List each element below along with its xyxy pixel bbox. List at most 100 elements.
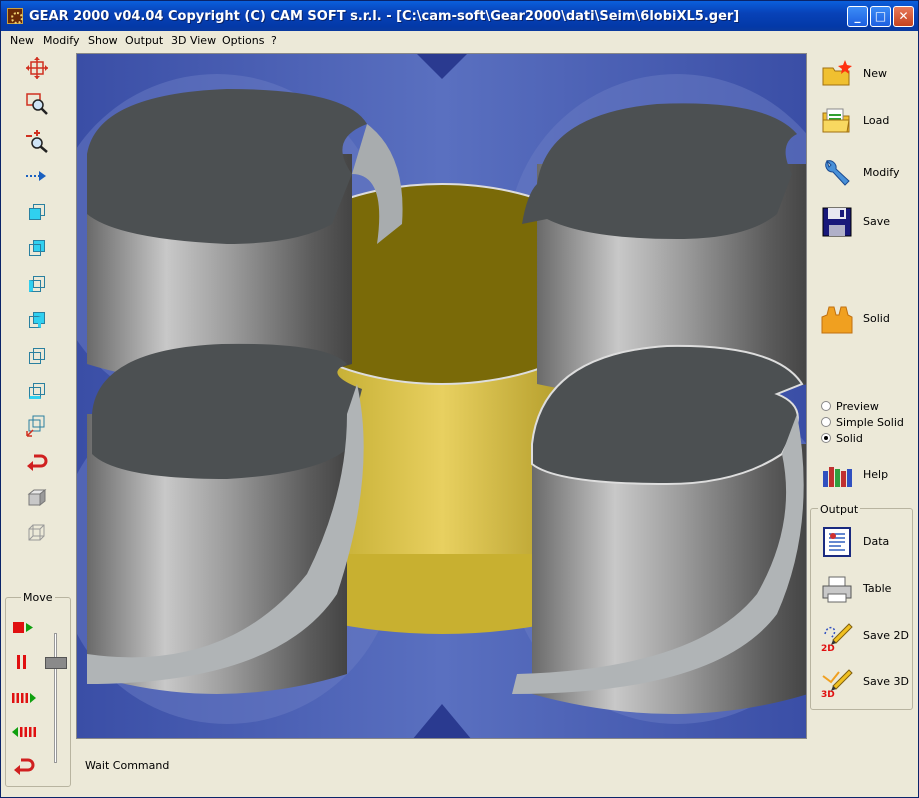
application-window: GEAR 2000 v04.04 Copyright (C) CAM SOFT … — [0, 0, 919, 798]
move-arrows-icon — [26, 57, 48, 79]
rotate-view-button[interactable] — [24, 449, 50, 475]
modify-button[interactable]: Modify — [821, 155, 906, 191]
cube-top-icon — [29, 240, 45, 256]
save-2d-label: Save 2D — [863, 629, 909, 642]
output-data-button[interactable]: Data — [821, 524, 906, 560]
step-forward-button[interactable] — [11, 685, 37, 711]
step-forward-icon — [12, 693, 36, 703]
3d-viewport[interactable] — [76, 53, 807, 739]
pan-view-button[interactable] — [24, 55, 50, 81]
maximize-button[interactable]: □ — [870, 6, 891, 27]
save-3d-label: Save 3D — [863, 675, 909, 688]
output-save-3d-button[interactable]: 3D Save 3D — [821, 664, 909, 700]
output-group-label: Output — [818, 503, 861, 516]
solid-option-label: Solid — [836, 432, 863, 445]
view-bottom-button[interactable] — [24, 378, 50, 404]
open-folder-icon — [822, 108, 850, 133]
step-back-button[interactable] — [11, 719, 37, 745]
data-label: Data — [863, 535, 890, 548]
pause-icon — [17, 655, 26, 669]
gear-app-icon[interactable] — [7, 8, 23, 24]
zoom-window-button[interactable] — [24, 91, 50, 117]
cube-right-icon — [29, 312, 45, 328]
wireframe-view-button[interactable] — [24, 521, 50, 547]
play-icon — [13, 622, 33, 633]
preview-label: Preview — [836, 400, 879, 413]
document-icon — [823, 527, 851, 557]
modify-label: Modify — [863, 166, 900, 179]
load-label: Load — [863, 114, 890, 127]
solid-cube-icon — [27, 488, 47, 507]
title-bar[interactable]: GEAR 2000 v04.04 Copyright (C) CAM SOFT … — [1, 1, 918, 31]
menu-show[interactable]: Show — [88, 34, 118, 47]
simple-solid-label: Simple Solid — [836, 416, 904, 429]
wireframe-cube-icon — [28, 524, 45, 541]
floppy-disk-icon — [822, 207, 852, 237]
solid-button[interactable]: Solid — [821, 301, 906, 337]
pencil-2d-icon: 2D — [821, 623, 853, 652]
window-title: GEAR 2000 v04.04 Copyright (C) CAM SOFT … — [29, 9, 740, 24]
view-back-button[interactable] — [24, 343, 50, 369]
speed-slider-track[interactable] — [54, 633, 57, 763]
play-button[interactable] — [11, 615, 37, 641]
menu-modify[interactable]: Modify — [43, 34, 79, 47]
table-label: Table — [863, 582, 892, 595]
wrench-icon — [825, 159, 850, 186]
pause-button[interactable] — [11, 649, 37, 675]
return-arrow-icon — [27, 454, 48, 471]
save-label: Save — [863, 215, 891, 228]
zoom-window-icon — [26, 93, 48, 115]
menu-help[interactable]: ? — [271, 34, 277, 47]
solid-radio[interactable] — [821, 433, 831, 443]
zoom-in-out-button[interactable] — [24, 128, 50, 154]
new-folder-icon — [822, 60, 852, 86]
simple-solid-radio[interactable] — [821, 417, 831, 427]
minimize-button[interactable]: _ — [847, 6, 868, 27]
load-button[interactable]: Load — [821, 103, 906, 139]
menu-options[interactable]: Options — [222, 34, 264, 47]
printer-icon — [822, 576, 852, 603]
dashed-arrow-icon — [26, 171, 46, 181]
cube-axes-icon — [26, 415, 45, 437]
solid-label: Solid — [863, 312, 890, 325]
view-top-button[interactable] — [24, 235, 50, 261]
view-toolbar — [4, 53, 72, 591]
return-arrow-icon — [14, 758, 35, 775]
menu-new[interactable]: New — [10, 34, 34, 47]
books-icon — [823, 467, 852, 487]
view-right-button[interactable] — [24, 307, 50, 333]
new-button[interactable]: New — [821, 56, 906, 92]
render-simple-solid-option[interactable]: Simple Solid — [821, 416, 904, 430]
view-axes-button[interactable] — [24, 413, 50, 439]
render-preview-option[interactable]: Preview — [821, 400, 879, 414]
gear-render — [77, 54, 806, 738]
step-back-icon — [12, 727, 36, 737]
reset-animation-button[interactable] — [11, 753, 37, 779]
render-solid-option[interactable]: Solid — [821, 432, 863, 446]
new-label: New — [863, 67, 887, 80]
pencil-3d-icon: 3D — [821, 669, 853, 698]
output-save-2d-button[interactable]: 2D Save 2D — [821, 618, 909, 654]
save-button[interactable]: Save — [821, 204, 906, 240]
status-text: Wait Command — [85, 759, 170, 772]
output-table-button[interactable]: Table — [821, 571, 906, 607]
move-group-label: Move — [21, 591, 55, 604]
fit-view-button[interactable] — [24, 163, 50, 189]
cube-front-icon — [29, 204, 45, 220]
cube-back-icon — [29, 348, 45, 364]
view-front-button[interactable] — [24, 199, 50, 225]
menu-output[interactable]: Output — [125, 34, 163, 47]
close-button[interactable]: ✕ — [893, 6, 914, 27]
cube-left-icon — [29, 276, 45, 292]
badge-3d: 3D — [821, 690, 835, 698]
zoom-plus-minus-icon — [26, 130, 48, 153]
view-left-button[interactable] — [24, 271, 50, 297]
cube-bottom-icon — [29, 383, 45, 399]
help-button[interactable]: Help — [821, 457, 906, 493]
preview-radio[interactable] — [821, 401, 831, 411]
speed-slider-thumb[interactable] — [45, 657, 67, 669]
solid-view-button[interactable] — [24, 485, 50, 511]
gear-profile-icon — [821, 306, 853, 334]
help-label: Help — [863, 468, 889, 481]
menu-3d-view[interactable]: 3D View — [171, 34, 216, 47]
